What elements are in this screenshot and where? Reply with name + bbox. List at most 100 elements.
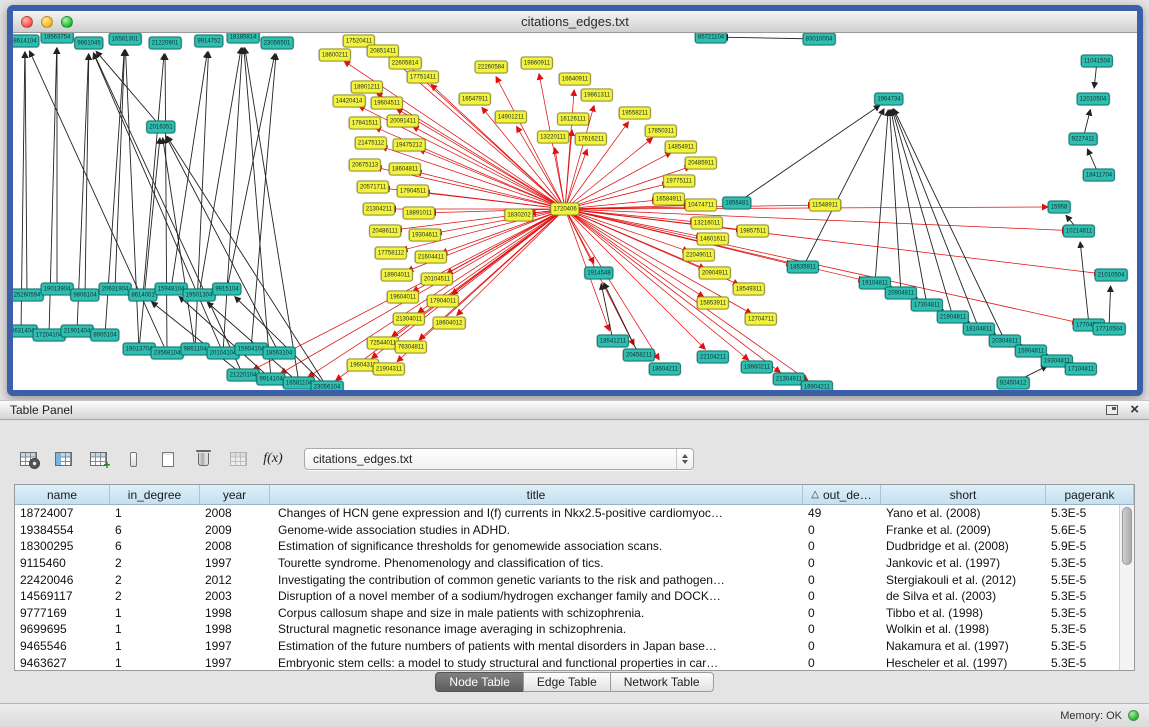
- network-node[interactable]: 18563754: [41, 33, 74, 44]
- table-row[interactable]: 1830029562008Estimation of significance …: [15, 538, 1134, 555]
- network-node[interactable]: 21901404: [61, 325, 94, 338]
- network-node[interactable]: 19558211: [619, 107, 651, 120]
- network-node[interactable]: 16584911: [653, 193, 685, 206]
- network-node[interactable]: 19775111: [663, 175, 695, 188]
- network-node[interactable]: 19860911: [521, 57, 553, 70]
- network-node[interactable]: 2016351: [146, 121, 175, 134]
- network-node[interactable]: 19857511: [737, 225, 769, 238]
- close-window-button[interactable]: [21, 16, 33, 28]
- network-node[interactable]: 23568104: [151, 347, 184, 360]
- network-node[interactable]: 19860211: [741, 361, 773, 374]
- close-panel-icon[interactable]: ×: [1130, 404, 1139, 416]
- network-node[interactable]: 17758112: [375, 247, 407, 260]
- network-node[interactable]: 18901211: [351, 81, 383, 94]
- network-node[interactable]: 19604011: [387, 291, 419, 304]
- network-node[interactable]: 9915104: [212, 283, 241, 296]
- network-node[interactable]: 19304611: [409, 229, 441, 242]
- table-row[interactable]: 977716911998Corpus callosum shape and si…: [15, 605, 1134, 622]
- network-node[interactable]: 23056501: [261, 37, 294, 50]
- network-node[interactable]: 19604511: [371, 97, 403, 110]
- network-window-titlebar[interactable]: citations_edges.txt: [13, 11, 1137, 33]
- network-node[interactable]: 18563104: [263, 347, 296, 360]
- table-row[interactable]: 946362711997Embryonic stem cells: a mode…: [15, 654, 1134, 671]
- network-node[interactable]: 18604811: [389, 163, 421, 176]
- row-bar-button[interactable]: [119, 446, 147, 472]
- network-node[interactable]: 14601611: [697, 233, 729, 246]
- tab-edge-table[interactable]: Edge Table: [523, 672, 611, 692]
- network-node[interactable]: 20904811: [885, 287, 917, 300]
- network-node[interactable]: 76304811: [395, 341, 427, 354]
- table-row[interactable]: 946554611997Estimation of the future num…: [15, 638, 1134, 655]
- network-node[interactable]: 16640911: [559, 73, 591, 86]
- network-node[interactable]: 15853911: [697, 297, 729, 310]
- network-node[interactable]: 14901211: [495, 111, 527, 124]
- column-header-name[interactable]: name: [15, 485, 110, 504]
- network-node[interactable]: 22260584: [475, 61, 508, 74]
- network-node[interactable]: 9861104: [181, 343, 210, 356]
- network-node[interactable]: 16581301: [109, 33, 142, 46]
- network-node[interactable]: 21010504: [1095, 269, 1128, 282]
- network-node[interactable]: 21904311: [373, 363, 405, 376]
- table-row[interactable]: 1872400712008Changes of HCN gene express…: [15, 505, 1134, 522]
- network-node[interactable]: 22104211: [697, 351, 729, 364]
- float-panel-icon[interactable]: [1106, 405, 1118, 415]
- network-node[interactable]: 18549311: [733, 283, 765, 296]
- network-node[interactable]: 20458211: [623, 349, 655, 362]
- network-canvas[interactable]: 8614104185637549861045165813012122090199…: [13, 33, 1137, 390]
- network-node[interactable]: 17710504: [1093, 323, 1126, 336]
- network-node[interactable]: 18600211: [319, 49, 351, 62]
- network-node[interactable]: 12704711: [745, 313, 777, 326]
- tab-network-table[interactable]: Network Table: [610, 672, 714, 692]
- network-node[interactable]: 18904011: [381, 269, 413, 282]
- network-node[interactable]: 21220901: [149, 37, 182, 50]
- table-select-combo[interactable]: citations_edges.txt: [304, 448, 694, 470]
- network-node[interactable]: 20091411: [387, 115, 419, 128]
- network-node[interactable]: 19013904: [41, 283, 74, 296]
- network-node[interactable]: 1830202: [504, 209, 533, 222]
- network-node[interactable]: 16126111: [557, 113, 589, 126]
- network-node[interactable]: 20631904: [99, 283, 132, 296]
- network-node[interactable]: 21604411: [415, 251, 447, 264]
- network-node[interactable]: 9914104: [256, 373, 285, 386]
- network-node[interactable]: 18604211: [649, 363, 681, 376]
- table-mode-button[interactable]: [14, 446, 42, 472]
- tab-node-table[interactable]: Node Table: [435, 672, 524, 692]
- new-table-button[interactable]: [154, 446, 182, 472]
- table-row[interactable]: 2242004622012Investigating the contribut…: [15, 571, 1134, 588]
- column-header-out_degree[interactable]: △out_de…: [803, 485, 881, 504]
- network-node[interactable]: 85721104: [695, 33, 727, 44]
- import-table-button[interactable]: [224, 446, 252, 472]
- network-node[interactable]: 22605814: [389, 57, 422, 70]
- network-node[interactable]: 8614001: [128, 289, 157, 302]
- network-node[interactable]: 17751411: [407, 71, 439, 84]
- network-node[interactable]: 13220111: [537, 131, 569, 144]
- network-node[interactable]: 1856481: [722, 197, 751, 210]
- network-node[interactable]: 9861045: [74, 37, 103, 50]
- network-node[interactable]: 1964734: [874, 93, 903, 106]
- network-node[interactable]: 9914752: [194, 35, 223, 48]
- network-node[interactable]: 18604012: [433, 317, 466, 330]
- column-header-title[interactable]: title: [270, 485, 803, 504]
- network-node[interactable]: 1914548: [584, 267, 613, 280]
- table-row[interactable]: 911546021997Tourette syndrome. Phenomeno…: [15, 555, 1134, 572]
- table-row[interactable]: 1456911722003Disruption of a novel membe…: [15, 588, 1134, 605]
- network-node[interactable]: 9806104: [70, 289, 99, 302]
- network-node[interactable]: 11041504: [1081, 55, 1113, 68]
- column-header-in_degree[interactable]: in_degree: [110, 485, 200, 504]
- network-node[interactable]: 14420414: [333, 95, 366, 108]
- column-header-year[interactable]: year: [200, 485, 270, 504]
- network-node[interactable]: 21904811: [937, 311, 969, 324]
- network-node[interactable]: 25260594: [13, 289, 43, 302]
- network-node[interactable]: 92450412: [997, 377, 1030, 390]
- network-node[interactable]: 20486111: [369, 225, 401, 238]
- network-node[interactable]: 20904911: [699, 267, 731, 280]
- network-node[interactable]: 17104811: [1065, 363, 1097, 376]
- network-node[interactable]: 20104511: [421, 273, 453, 286]
- network-node[interactable]: 19501304: [183, 289, 216, 302]
- column-header-short[interactable]: short: [881, 485, 1046, 504]
- network-node[interactable]: 12010504: [1077, 93, 1110, 106]
- network-node[interactable]: 17304811: [911, 299, 943, 312]
- network-node[interactable]: 22049011: [683, 249, 715, 262]
- network-node[interactable]: 18185814: [227, 33, 260, 44]
- table-row[interactable]: 1938455462009Genome-wide association stu…: [15, 522, 1134, 539]
